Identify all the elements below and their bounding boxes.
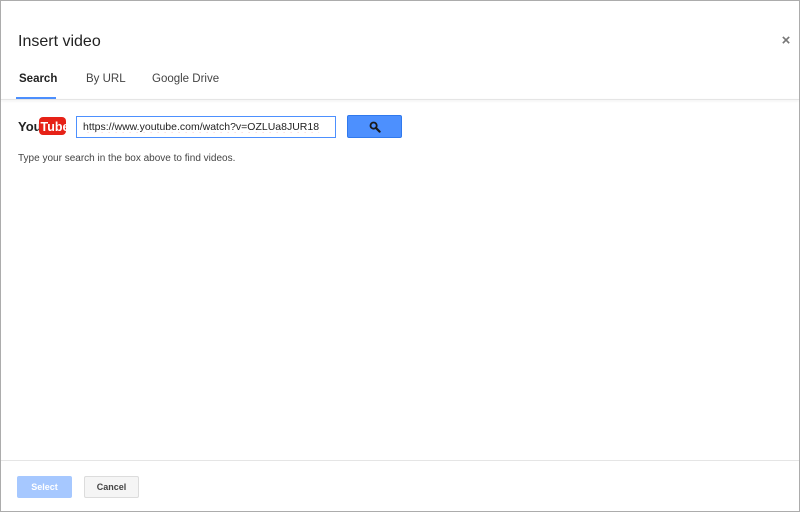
tabs-divider	[1, 99, 799, 100]
cancel-button[interactable]: Cancel	[84, 476, 139, 498]
youtube-logo: You Tube	[18, 117, 67, 135]
select-button[interactable]: Select	[17, 476, 72, 498]
tab-search[interactable]: Search	[19, 73, 57, 85]
footer-divider	[1, 460, 799, 461]
youtube-logo-tube: Tube	[41, 120, 67, 134]
tab-google-drive[interactable]: Google Drive	[152, 73, 219, 85]
video-search-input[interactable]	[76, 116, 336, 138]
search-button[interactable]	[347, 115, 402, 138]
close-icon[interactable]: ×	[779, 33, 793, 49]
youtube-logo-you: You	[18, 119, 42, 134]
tab-by-url[interactable]: By URL	[86, 73, 126, 85]
search-hint: Type your search in the box above to fin…	[18, 153, 236, 164]
insert-video-dialog: Insert video × Search By URL Google Driv…	[0, 0, 800, 512]
dialog-title: Insert video	[18, 33, 101, 50]
tab-bar: Search By URL Google Drive	[1, 63, 799, 99]
search-icon	[369, 121, 381, 133]
